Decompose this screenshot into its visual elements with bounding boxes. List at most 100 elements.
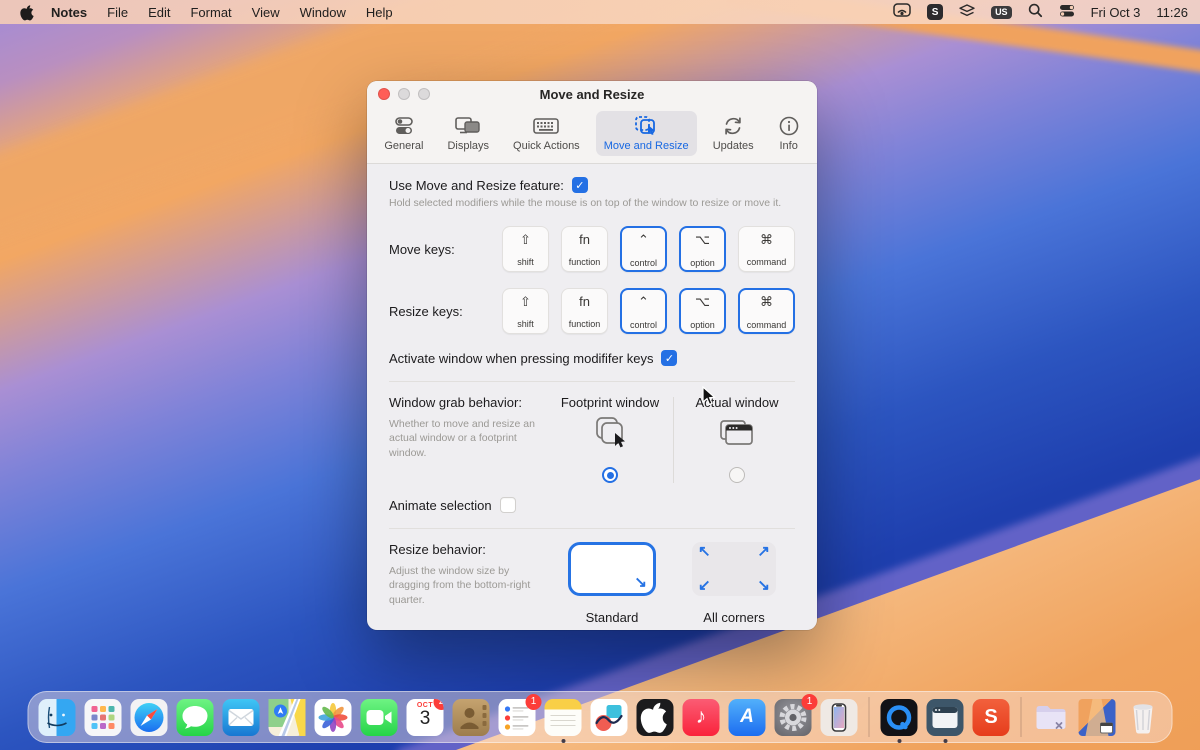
dock-music[interactable]: ♪ bbox=[683, 699, 720, 736]
vertical-separator bbox=[673, 397, 674, 483]
dock-iphone-mirroring[interactable] bbox=[821, 699, 858, 736]
zoom-button[interactable] bbox=[418, 88, 430, 100]
tab-info[interactable]: Info bbox=[770, 111, 808, 156]
key-option[interactable]: ⌥option bbox=[679, 288, 726, 334]
key-control[interactable]: ⌃control bbox=[620, 226, 667, 272]
move-resize-icon bbox=[634, 114, 658, 138]
dock-messages[interactable] bbox=[177, 699, 214, 736]
key-option[interactable]: ⌥option bbox=[679, 226, 726, 272]
menu-item-edit[interactable]: Edit bbox=[138, 5, 180, 20]
dock-launchpad[interactable] bbox=[85, 699, 122, 736]
resize-behavior-row: Resize behavior: Adjust the window size … bbox=[389, 542, 795, 625]
all-corners-resize-box: ↖ ↗ ↙ ↘ bbox=[692, 542, 776, 596]
key-shift[interactable]: ⇧shift bbox=[502, 226, 549, 272]
tab-move-and-resize[interactable]: Move and Resize bbox=[596, 111, 697, 156]
actual-window-option[interactable]: Actual window bbox=[676, 395, 798, 483]
notification-badge: 1 bbox=[526, 694, 542, 710]
use-feature-hint: Hold selected modifiers while the mouse … bbox=[389, 196, 795, 210]
dock-facetime[interactable] bbox=[361, 699, 398, 736]
dock-contacts[interactable] bbox=[453, 699, 490, 736]
key-function[interactable]: fnfunction bbox=[561, 226, 608, 272]
use-feature-checkbox[interactable]: ✓ bbox=[572, 177, 588, 193]
all-corners-option[interactable]: ↖ ↗ ↙ ↘ All corners bbox=[673, 542, 795, 625]
tab-label: Quick Actions bbox=[513, 140, 580, 152]
key-command[interactable]: ⌘command bbox=[738, 288, 795, 334]
use-feature-label: Use Move and Resize feature: bbox=[389, 178, 564, 193]
dock: 2 OCT 3 1 tv ♪ A 1 bbox=[28, 691, 1173, 743]
settings-content: Use Move and Resize feature: ✓ Hold sele… bbox=[367, 164, 817, 625]
menu-item-window[interactable]: Window bbox=[290, 5, 356, 20]
layers-icon[interactable] bbox=[959, 4, 975, 21]
dock-move-resize-app[interactable] bbox=[927, 699, 964, 736]
footprint-radio[interactable] bbox=[602, 467, 618, 483]
dock-safari[interactable] bbox=[131, 699, 168, 736]
control-center-icon[interactable] bbox=[1059, 4, 1075, 20]
dock-minimized-window[interactable] bbox=[1079, 699, 1116, 736]
close-button[interactable] bbox=[378, 88, 390, 100]
refresh-icon bbox=[722, 114, 744, 138]
footprint-option[interactable]: Footprint window bbox=[549, 395, 671, 483]
arrow-down-left-icon: ↙ bbox=[698, 576, 711, 594]
dock-freeform[interactable] bbox=[591, 699, 628, 736]
key-command[interactable]: ⌘command bbox=[738, 226, 795, 272]
displays-icon bbox=[455, 114, 481, 138]
key-control[interactable]: ⌃control bbox=[620, 288, 667, 334]
menu-item-file[interactable]: File bbox=[97, 5, 138, 20]
menu-time[interactable]: 11:26 bbox=[1156, 5, 1188, 20]
screen-mirroring-icon[interactable] bbox=[893, 3, 911, 21]
dock-photos[interactable] bbox=[315, 699, 352, 736]
menu-item-app[interactable]: Notes bbox=[41, 5, 97, 20]
dock-s-app[interactable]: S bbox=[973, 699, 1010, 736]
status-app-s-icon[interactable]: S bbox=[927, 4, 943, 20]
dock-finder[interactable] bbox=[39, 699, 76, 736]
info-icon bbox=[778, 114, 800, 138]
standard-option[interactable]: ↘ Standard bbox=[551, 542, 673, 625]
dock-quicktime[interactable] bbox=[881, 699, 918, 736]
minimize-button[interactable] bbox=[398, 88, 410, 100]
move-keys-group: ⇧shift fnfunction ⌃control ⌥option ⌘comm… bbox=[502, 226, 795, 272]
all-corners-label: All corners bbox=[703, 610, 764, 625]
menu-item-format[interactable]: Format bbox=[180, 5, 241, 20]
standard-resize-box: ↘ bbox=[568, 542, 656, 596]
footprint-window-icon bbox=[591, 415, 629, 456]
tab-displays[interactable]: Displays bbox=[439, 111, 497, 156]
key-function[interactable]: fnfunction bbox=[561, 288, 608, 334]
dock-reminders[interactable]: 1 bbox=[499, 699, 536, 736]
toolbar: General Displays Quick Actions bbox=[367, 105, 817, 163]
grab-behavior-row: Window grab behavior: Whether to move an… bbox=[389, 395, 795, 483]
calendar-day: 3 bbox=[407, 709, 444, 730]
dock-appletv[interactable]: tv bbox=[637, 699, 674, 736]
activate-checkbox[interactable]: ✓ bbox=[661, 350, 677, 366]
key-shift[interactable]: ⇧shift bbox=[502, 288, 549, 334]
tab-label: General bbox=[384, 140, 423, 152]
menu-date[interactable]: Fri Oct 3 bbox=[1091, 5, 1141, 20]
resize-keys-row: Resize keys: ⇧shift fnfunction ⌃control … bbox=[389, 288, 795, 334]
keyboard-icon bbox=[533, 114, 559, 138]
actual-window-radio[interactable] bbox=[729, 467, 745, 483]
resize-keys-group: ⇧shift fnfunction ⌃control ⌥option ⌘comm… bbox=[502, 288, 795, 334]
dock-mail[interactable] bbox=[223, 699, 260, 736]
dock-calendar[interactable]: 2 OCT 3 bbox=[407, 699, 444, 736]
dock-downloads-folder[interactable] bbox=[1033, 699, 1070, 736]
tab-general[interactable]: General bbox=[376, 111, 431, 156]
window-title: Move and Resize bbox=[367, 86, 817, 103]
dock-system-settings[interactable]: 1 bbox=[775, 699, 812, 736]
menu-item-help[interactable]: Help bbox=[356, 5, 403, 20]
animate-checkbox[interactable] bbox=[500, 497, 516, 513]
menu-item-view[interactable]: View bbox=[242, 5, 290, 20]
dock-trash[interactable] bbox=[1125, 699, 1162, 736]
spotlight-icon[interactable] bbox=[1028, 3, 1043, 21]
dock-separator bbox=[1021, 697, 1022, 737]
dock-appstore[interactable]: A bbox=[729, 699, 766, 736]
arrow-down-right-icon: ↘ bbox=[757, 576, 770, 594]
dock-notes[interactable] bbox=[545, 699, 582, 736]
tab-quick-actions[interactable]: Quick Actions bbox=[505, 111, 588, 156]
resize-behavior-label: Resize behavior: bbox=[389, 542, 551, 557]
activate-label: Activate window when pressing modififer … bbox=[389, 351, 653, 366]
title-bar[interactable]: Move and Resize bbox=[367, 86, 817, 105]
tab-updates[interactable]: Updates bbox=[705, 111, 762, 156]
dock-maps[interactable] bbox=[269, 699, 306, 736]
move-keys-row: Move keys: ⇧shift fnfunction ⌃control ⌥o… bbox=[389, 226, 795, 272]
input-source-badge[interactable]: US bbox=[991, 6, 1012, 19]
apple-menu-icon[interactable] bbox=[20, 4, 35, 21]
